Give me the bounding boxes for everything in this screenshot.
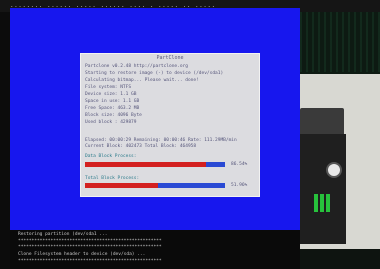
- info-line: Starting to restore image (-) to device …: [85, 71, 224, 76]
- clone-progress-dialog: PartClone Partclone v0.2.48 http://partc…: [80, 53, 260, 197]
- info-line: Free Space: 463.2 MB: [85, 106, 140, 111]
- info-line: Used block : 429879: [85, 120, 137, 125]
- device-led-icon: [320, 194, 324, 212]
- terminal-output: Restoring partition (dev/sda1 ... ******…: [10, 230, 300, 269]
- terminal-line: Restoring partition (dev/sda1 ...: [18, 232, 108, 237]
- total-progress-fill: [85, 183, 158, 188]
- data-progress-percent: 86.54%: [231, 162, 248, 167]
- device-body: [300, 134, 346, 244]
- dialog-title: PartClone: [156, 55, 184, 61]
- device-led-icon: [326, 194, 330, 212]
- data-progress-bar: [85, 162, 225, 167]
- device-knob-icon: [326, 162, 342, 178]
- terminal-line: ****************************************…: [18, 245, 162, 250]
- background-pattern: [300, 12, 380, 72]
- device-led-icon: [314, 194, 318, 212]
- total-progress-bar: [85, 183, 225, 188]
- data-progress-fill: [85, 162, 207, 167]
- info-line: File system: NTFS: [85, 85, 132, 90]
- background-photo: [300, 12, 380, 269]
- total-progress-percent: 51.96%: [231, 183, 248, 188]
- info-line: Calculating bitmap... Please wait... don…: [85, 78, 199, 83]
- terminal-line: ****************************************…: [18, 239, 162, 244]
- blue-screen: PartClone Partclone v0.2.48 http://partc…: [10, 8, 300, 230]
- terminal-line: ****************************************…: [18, 259, 162, 264]
- status-line: Current Block: 402473 Total Block: 46495…: [85, 144, 197, 149]
- data-progress-label: Data Block Process:: [85, 154, 137, 159]
- status-line: Elapsed: 00:00:29 Remaining: 00:00:46 Ra…: [85, 138, 237, 143]
- info-line: Block size: 4096 Byte: [85, 113, 142, 118]
- info-line: Space in use: 1.1 GB: [85, 99, 140, 104]
- terminal-line: Clone Filesystem header to device (dev/s…: [18, 252, 146, 257]
- info-line: Device size: 1.1 GB: [85, 92, 137, 97]
- info-line: Partclone v0.2.48 http://partclone.org: [85, 64, 188, 69]
- total-progress-label: Total Block Process:: [85, 176, 140, 181]
- background-floor: [300, 249, 380, 269]
